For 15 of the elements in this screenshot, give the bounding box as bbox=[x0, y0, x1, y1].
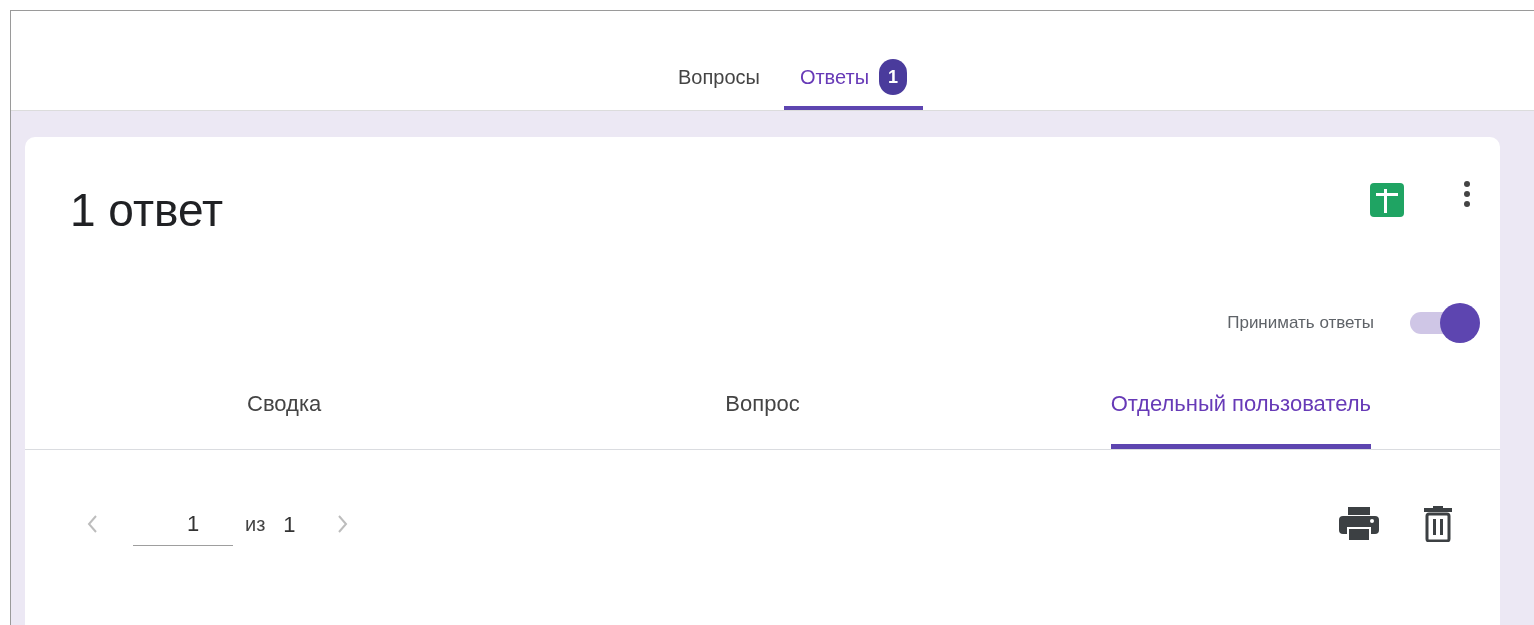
pager-separator: из bbox=[245, 512, 266, 537]
accept-responses-label: Принимать ответы bbox=[1227, 312, 1374, 335]
accept-toggle[interactable] bbox=[1410, 303, 1480, 343]
tab[interactable]: Вопросы bbox=[661, 48, 776, 110]
view-tab[interactable]: Сводка bbox=[247, 387, 322, 449]
count-badge: 1 bbox=[879, 59, 907, 95]
view-tab[interactable]: Вопрос bbox=[725, 387, 800, 449]
more-options-icon[interactable] bbox=[1462, 181, 1472, 207]
page-total: 1 bbox=[283, 510, 296, 539]
view-tab[interactable]: Отдельный пользователь bbox=[1110, 387, 1371, 449]
response-count: 1 ответ bbox=[70, 187, 225, 233]
delete-icon[interactable] bbox=[1424, 506, 1452, 542]
page-number-field[interactable]: 1 bbox=[133, 502, 233, 546]
spreadsheet-icon[interactable] bbox=[1370, 183, 1404, 217]
print-icon[interactable] bbox=[1338, 506, 1380, 542]
